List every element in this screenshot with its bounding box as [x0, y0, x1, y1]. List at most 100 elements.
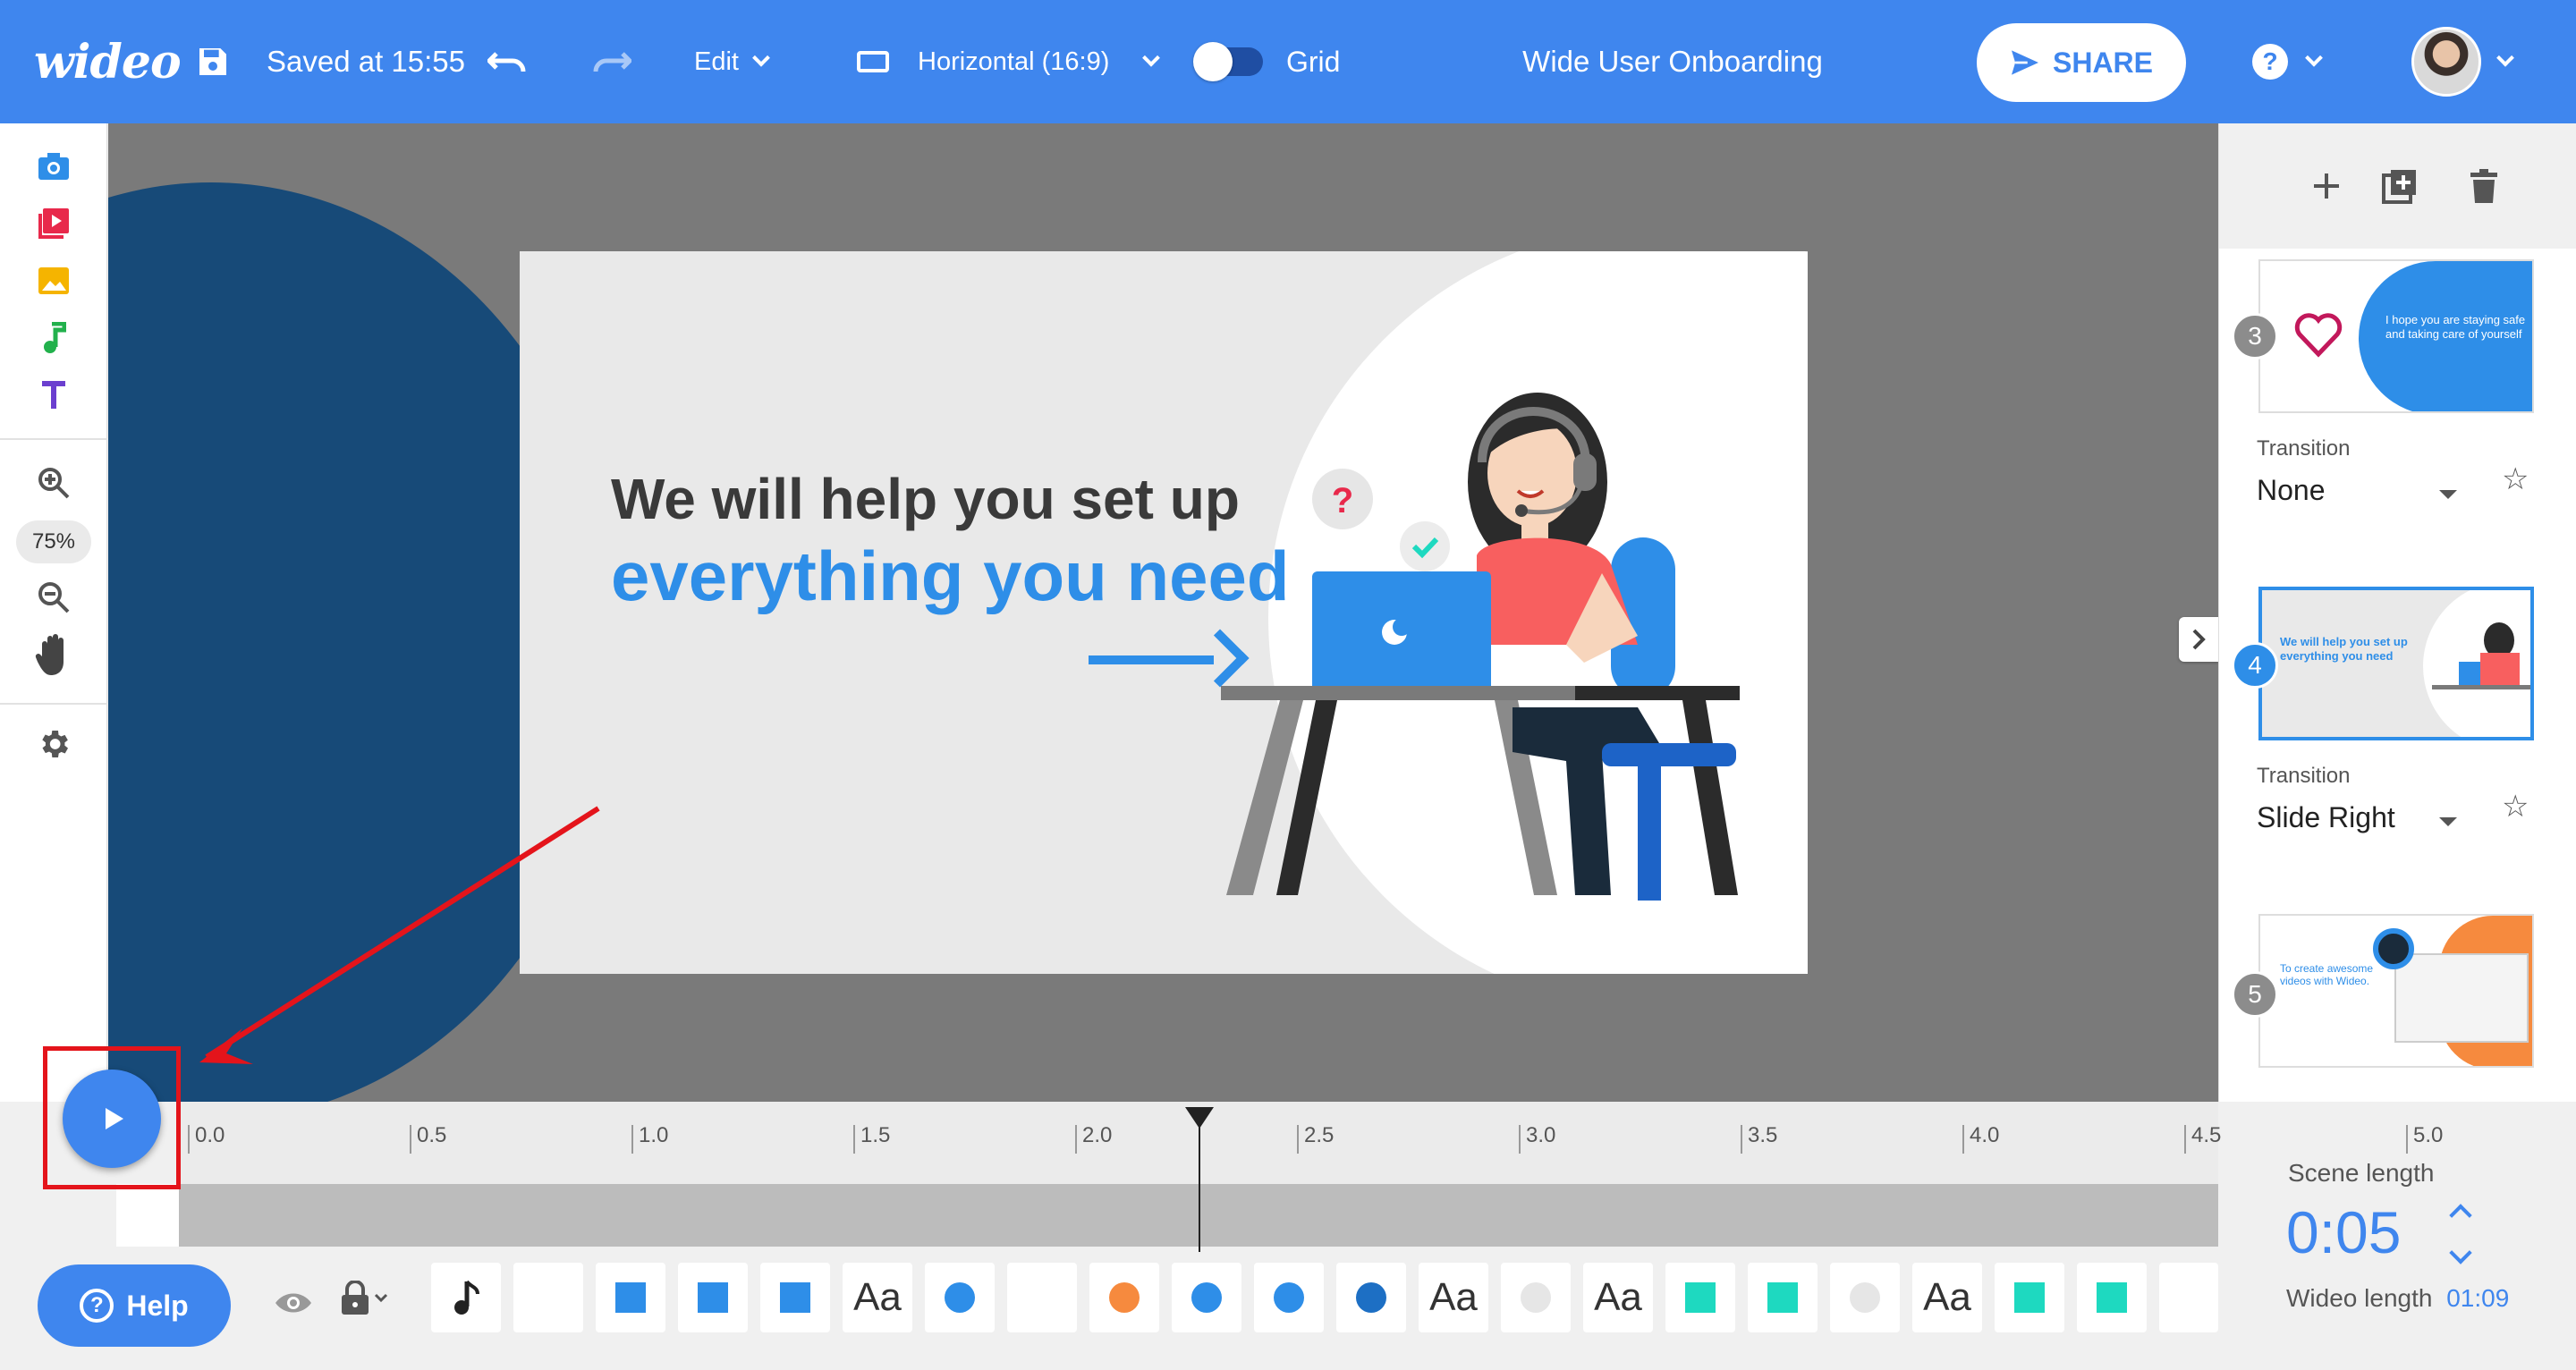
transition-label: Transition — [2257, 436, 2351, 461]
collapse-panel-button[interactable] — [2179, 617, 2218, 662]
ruler-tick — [2184, 1125, 2186, 1154]
scene-length-value[interactable]: 0:05 — [2286, 1198, 2401, 1266]
grid-toggle-switch[interactable] — [1193, 42, 1263, 81]
scene-thumbnail-5[interactable]: To create awesome videos with Wideo. — [2258, 914, 2534, 1068]
share-button-label: SHARE — [2052, 46, 2153, 79]
redo-icon[interactable] — [592, 0, 631, 123]
playhead-line[interactable] — [1199, 1109, 1200, 1252]
ruler-tick-label: 4.0 — [1970, 1123, 2000, 1147]
scene-length-label: Scene length — [2288, 1159, 2435, 1187]
layer-shape-square[interactable] — [1995, 1263, 2064, 1332]
chevron-down-icon — [2496, 48, 2514, 67]
help-button[interactable]: ? Help — [38, 1264, 231, 1347]
wideo-length-label: Wideo length — [2286, 1284, 2433, 1312]
layer-text[interactable]: Aa — [843, 1263, 912, 1332]
canvas-area[interactable]: We will help you set up everything you n… — [108, 123, 2218, 1102]
layer-shape-circle[interactable] — [1172, 1263, 1241, 1332]
image-icon[interactable] — [0, 254, 107, 308]
project-title[interactable]: Wide User Onboarding — [1342, 0, 2004, 123]
layer-text[interactable]: Aa — [1583, 1263, 1653, 1332]
svg-text:?: ? — [1332, 481, 1353, 520]
avatar[interactable] — [2411, 27, 2481, 97]
help-menu[interactable]: ? — [2252, 0, 2323, 123]
undo-icon[interactable] — [487, 0, 527, 123]
aspect-ratio-icon — [857, 51, 889, 72]
star-icon[interactable]: ☆ — [2502, 461, 2529, 497]
layer-shape-square[interactable] — [596, 1263, 665, 1332]
scene-thumbnail-4[interactable]: We will help you set up everything you n… — [2258, 587, 2534, 740]
layer-shape-circle[interactable] — [1501, 1263, 1571, 1332]
grid-toggle-label: Grid — [1286, 45, 1341, 78]
wideo-length-value: 01:09 — [2446, 1284, 2510, 1312]
layer-blank[interactable] — [513, 1263, 583, 1332]
delete-scene-icon[interactable] — [2461, 163, 2507, 209]
left-toolbar: 75% — [0, 123, 107, 1102]
zoom-out-icon[interactable] — [0, 571, 107, 624]
caret-down-icon[interactable] — [2439, 817, 2457, 826]
star-icon[interactable]: ☆ — [2502, 789, 2529, 825]
ruler-tick-label: 3.5 — [1748, 1123, 1778, 1147]
layer-text[interactable]: Aa — [1419, 1263, 1488, 1332]
ruler-tick-label: 2.0 — [1082, 1123, 1113, 1147]
video-icon[interactable] — [0, 197, 107, 250]
send-icon — [2011, 50, 2038, 75]
ruler-tick — [1741, 1125, 1742, 1154]
layer-shape-circle[interactable] — [1336, 1263, 1406, 1332]
layer-shape-square[interactable] — [2077, 1263, 2147, 1332]
scenes-panel: I hope you are staying safe and taking c… — [2218, 123, 2576, 1102]
layer-music[interactable] — [431, 1263, 501, 1332]
layer-shape-square[interactable] — [1748, 1263, 1818, 1332]
ruler-tick-label: 1.0 — [639, 1123, 669, 1147]
layer-blank[interactable] — [1007, 1263, 1077, 1332]
layer-shape-circle[interactable] — [1089, 1263, 1159, 1332]
layer-shape-circle[interactable] — [1830, 1263, 1900, 1332]
ruler-tick — [853, 1125, 855, 1154]
music-icon[interactable] — [0, 311, 107, 365]
share-button[interactable]: SHARE — [1977, 23, 2186, 102]
layer-shape-circle[interactable] — [925, 1263, 995, 1332]
ruler-tick — [1297, 1125, 1299, 1154]
grid-toggle[interactable]: Grid — [1193, 0, 1341, 123]
zoom-in-icon[interactable] — [0, 456, 107, 510]
heart-logo-icon — [2294, 313, 2343, 358]
layer-shape-square[interactable] — [678, 1263, 748, 1332]
chevron-down-icon — [2305, 48, 2323, 67]
ruler-tick-label: 1.5 — [860, 1123, 891, 1147]
divider — [0, 703, 107, 705]
ruler-tick — [410, 1125, 411, 1154]
ruler-tick-label: 4.5 — [2191, 1123, 2222, 1147]
format-menu[interactable]: Horizontal (16:9) — [857, 0, 1161, 123]
hand-pan-icon[interactable] — [0, 628, 107, 681]
wideo-logo[interactable]: wideo — [34, 0, 182, 123]
caret-down-icon[interactable] — [2439, 490, 2457, 499]
ruler-tick — [1075, 1125, 1077, 1154]
layer-text[interactable]: Aa — [1912, 1263, 1982, 1332]
edit-menu[interactable]: Edit — [694, 0, 770, 123]
layer-shape-circle[interactable] — [1254, 1263, 1324, 1332]
scene-number-badge: 5 — [2232, 971, 2278, 1018]
ruler-tick-label: 0.5 — [417, 1123, 447, 1147]
top-bar: wideo Saved at 15:55 Edit Horizontal (16… — [0, 0, 2576, 123]
duplicate-scene-icon[interactable] — [2377, 163, 2423, 209]
gear-icon[interactable] — [0, 717, 107, 771]
transition-label: Transition — [2257, 764, 2351, 788]
transition-select[interactable]: None — [2257, 474, 2326, 507]
layer-blank[interactable] — [2159, 1263, 2218, 1332]
ruler-tick — [188, 1125, 190, 1154]
eye-icon[interactable] — [274, 1284, 313, 1324]
ruler-tick — [1519, 1125, 1521, 1154]
text-icon[interactable] — [0, 368, 107, 422]
account-menu[interactable] — [2411, 0, 2514, 123]
transition-select[interactable]: Slide Right — [2257, 801, 2395, 834]
layer-shape-square[interactable] — [760, 1263, 830, 1332]
save-icon[interactable] — [195, 0, 238, 123]
layer-shape-square[interactable] — [1665, 1263, 1735, 1332]
annotation-arrow — [199, 806, 600, 1064]
lock-icon[interactable] — [340, 1280, 390, 1324]
help-icon: ? — [2252, 44, 2288, 80]
add-scene-icon[interactable] — [2303, 163, 2350, 209]
camera-icon[interactable] — [0, 140, 107, 193]
support-agent-illustration[interactable]: ? — [1217, 376, 1772, 974]
scene-thumbnail-3[interactable]: I hope you are staying safe and taking c… — [2258, 259, 2534, 413]
chevron-down-icon — [752, 48, 770, 67]
